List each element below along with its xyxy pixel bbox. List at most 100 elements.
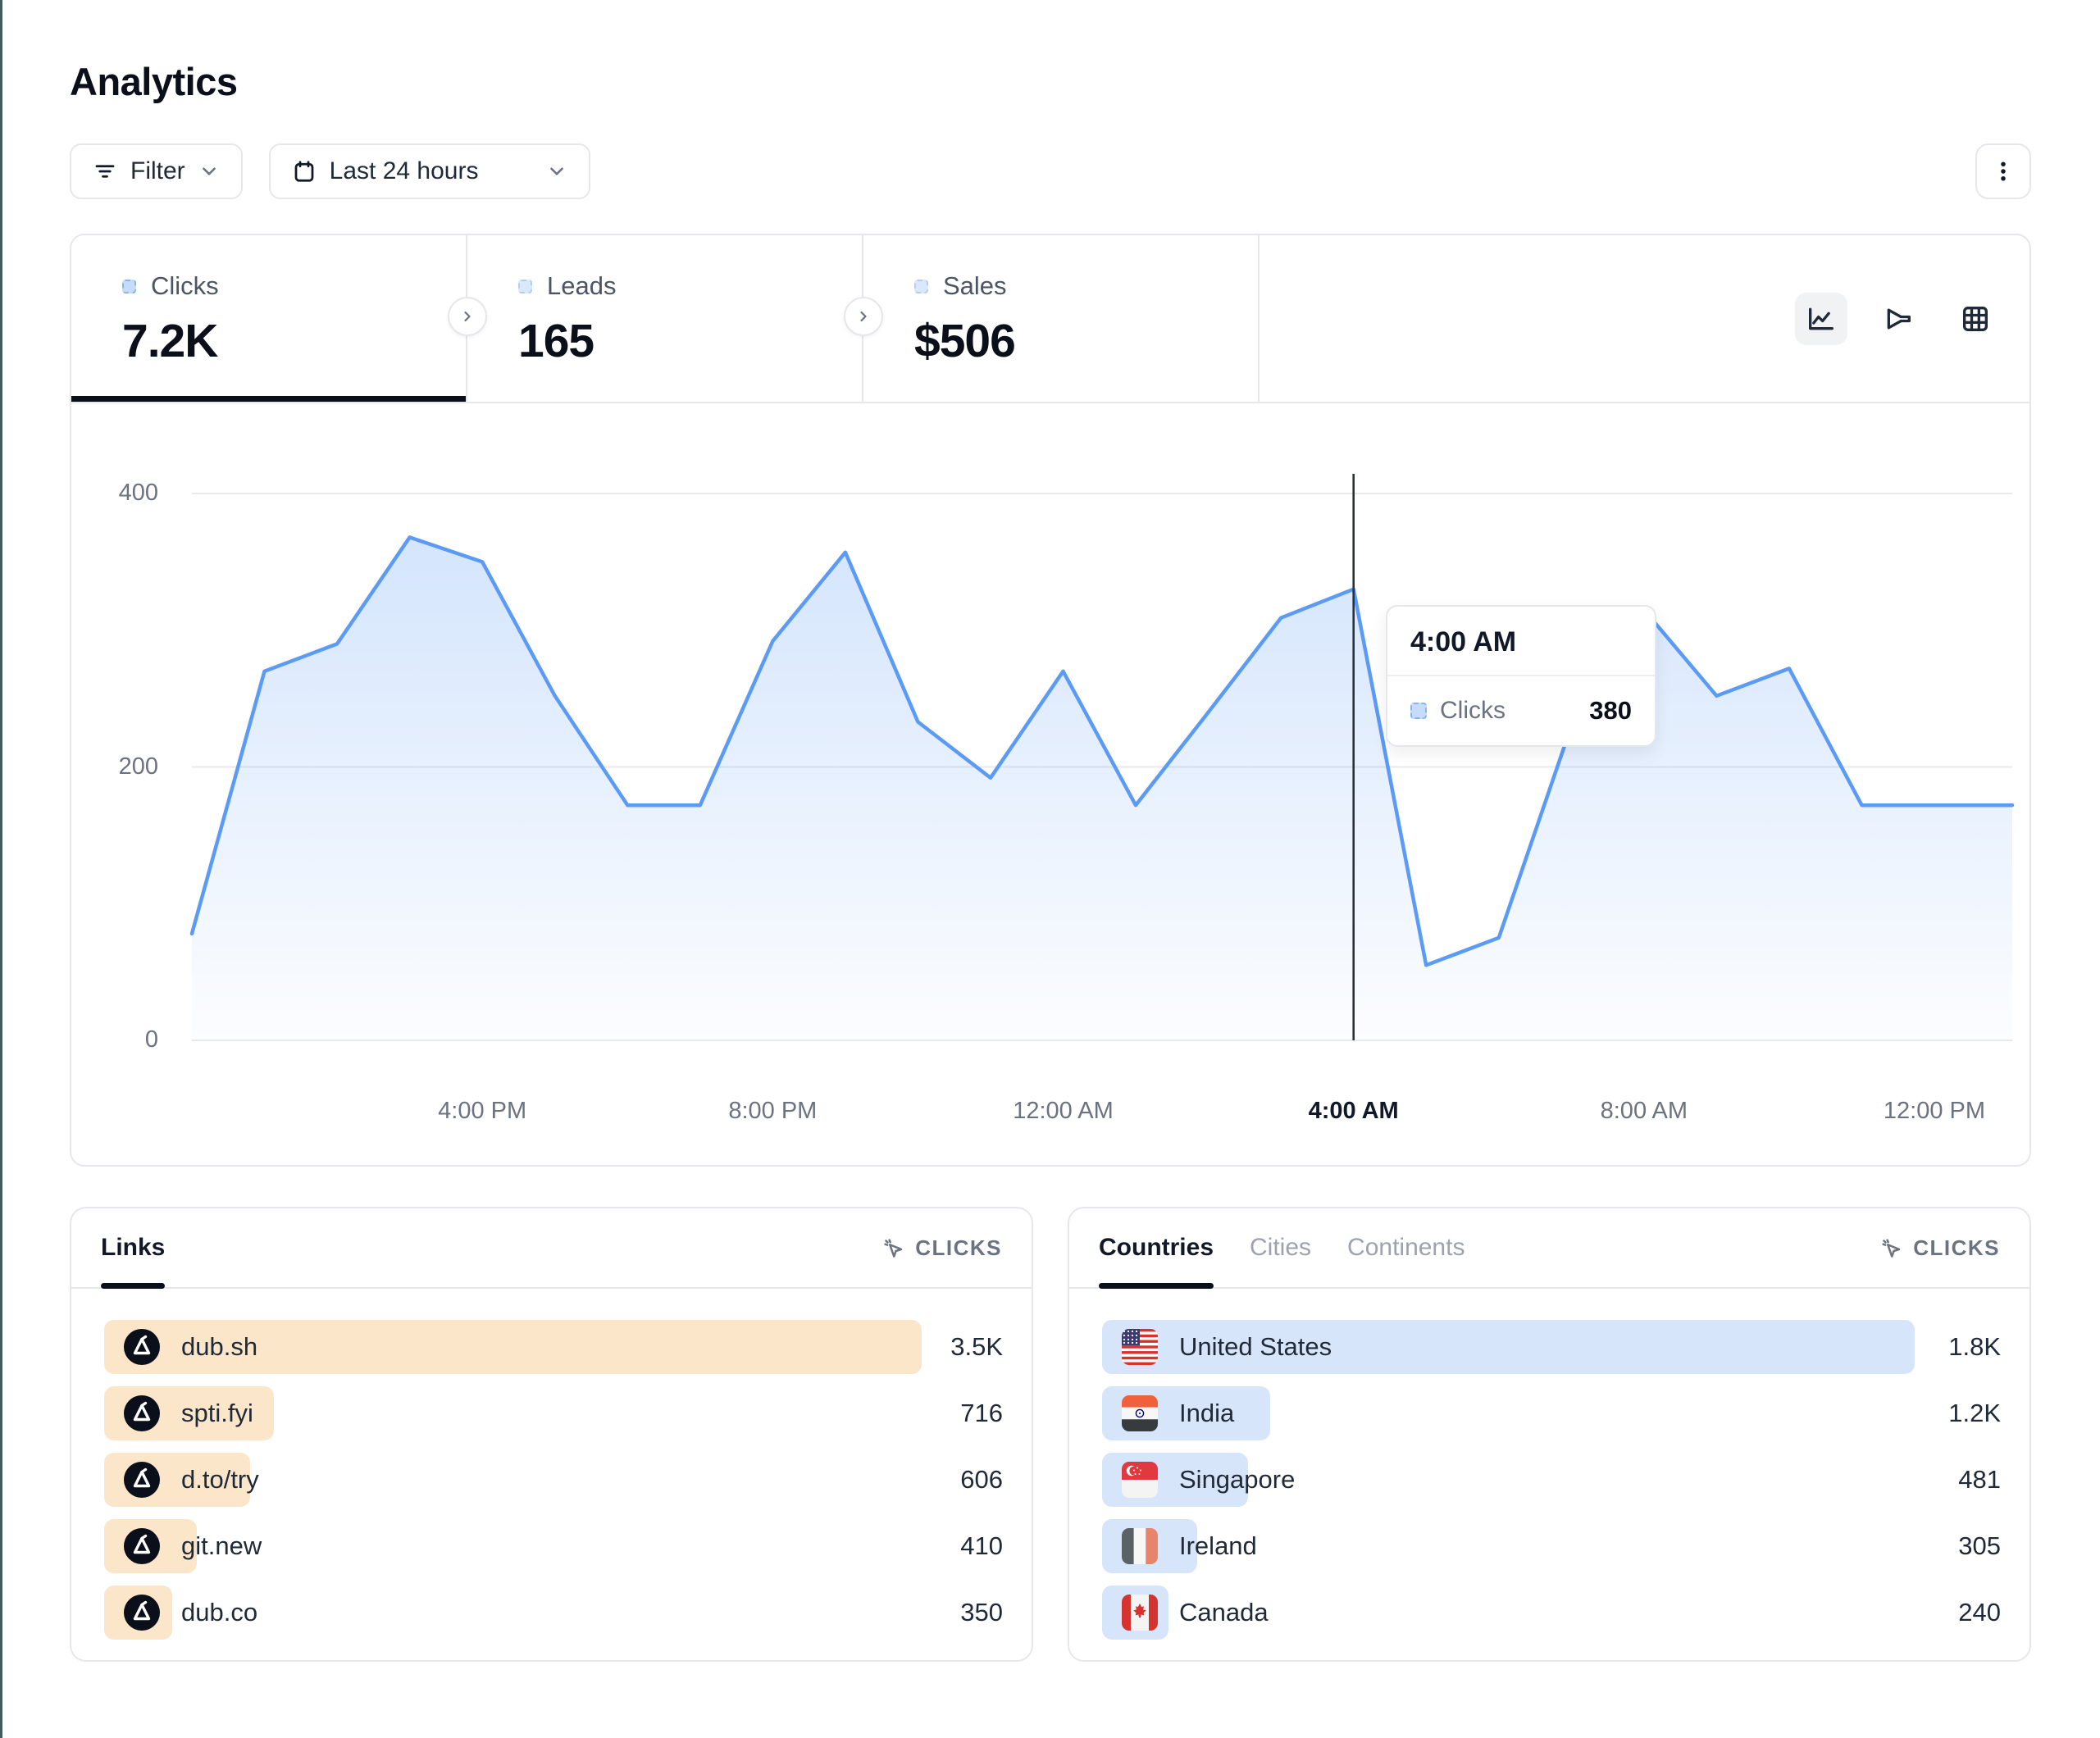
analytics-page: Analytics Filter Last 24 hours (70, 0, 2031, 1662)
countries-list: United States 1.8K India 1.2K Singapore … (1069, 1289, 2029, 1640)
clicks-area-chart[interactable] (192, 436, 2012, 1040)
x-axis-tick: 8:00 PM (707, 1098, 838, 1125)
tab-continents-label: Continents (1347, 1234, 1465, 1262)
ireland-flag-icon (1122, 1528, 1158, 1564)
tooltip-time: 4:00 AM (1387, 607, 1655, 676)
calendar-icon (292, 159, 317, 184)
x-axis-tick: 12:00 PM (1869, 1098, 2000, 1125)
table-view-button[interactable] (1949, 293, 2002, 345)
item-label: Canada (1179, 1598, 1269, 1627)
date-range-button[interactable]: Last 24 hours (269, 143, 590, 199)
us-flag-icon (1122, 1329, 1158, 1365)
tooltip-value: 380 (1589, 696, 1632, 726)
kebab-menu-icon (1991, 159, 2016, 184)
x-axis-tick: 4:00 PM (417, 1098, 548, 1125)
links-panel-header: Links CLICKS (71, 1208, 1032, 1289)
analytics-chart-card: Clicks 7.2K Leads 165 Sales $506 (70, 234, 2031, 1167)
stat-tabs: Clicks 7.2K Leads 165 Sales $506 (71, 235, 2029, 403)
links-panel: Links CLICKS dub (70, 1207, 1033, 1662)
link-row[interactable]: git.new 410 (104, 1519, 1003, 1573)
tab-cities[interactable]: Cities (1250, 1208, 1311, 1287)
x-axis-tick: 4:00 AM (1288, 1098, 1419, 1125)
stat-value: 7.2K (122, 314, 466, 368)
y-axis-tick: 0 (76, 1026, 158, 1053)
filter-icon (93, 159, 117, 184)
link-row[interactable]: dub.co 350 (104, 1586, 1003, 1640)
date-range-label: Last 24 hours (330, 157, 479, 185)
item-value: 240 (1958, 1598, 2001, 1627)
tab-links[interactable]: Links (101, 1208, 165, 1287)
tooltip-series-label: Clicks (1440, 697, 1506, 725)
filter-label: Filter (130, 157, 185, 185)
india-flag-icon (1122, 1395, 1158, 1431)
item-label: d.to/try (181, 1465, 259, 1495)
filter-button[interactable]: Filter (70, 143, 243, 199)
breakdown-panels: Links CLICKS dub (70, 1207, 2031, 1662)
funnel-view-button[interactable] (1872, 293, 1925, 345)
country-row[interactable]: Ireland 305 (1102, 1519, 2001, 1573)
toolbar: Filter Last 24 hours (70, 143, 2031, 199)
tab-clicks[interactable]: Clicks 7.2K (71, 235, 467, 402)
page-edge-accent (0, 0, 2, 1738)
stat-label: Sales (943, 271, 1007, 301)
country-row[interactable]: India 1.2K (1102, 1386, 2001, 1440)
singapore-flag-icon (1122, 1462, 1158, 1498)
country-row[interactable]: Singapore 481 (1102, 1453, 2001, 1507)
leads-legend-icon (518, 280, 532, 293)
sales-legend-icon (914, 280, 928, 293)
stat-value: $506 (914, 314, 1258, 368)
grid-table-icon (1959, 303, 1992, 335)
line-chart-view-button[interactable] (1795, 293, 1847, 345)
item-label: dub.co (181, 1598, 257, 1627)
canada-flag-icon (1122, 1595, 1158, 1631)
country-row[interactable]: Canada 240 (1102, 1586, 2001, 1640)
link-row[interactable]: spti.fyi 716 (104, 1386, 1003, 1440)
item-value: 410 (960, 1531, 1003, 1561)
tab-cities-label: Cities (1250, 1234, 1311, 1262)
clicks-legend-icon (1410, 703, 1427, 719)
tab-countries[interactable]: Countries (1099, 1208, 1214, 1287)
item-value: 3.5K (950, 1332, 1003, 1362)
y-axis-tick: 200 (76, 753, 158, 780)
dub-logo-icon (124, 1395, 160, 1431)
countries-metric-label: CLICKS (1913, 1235, 2000, 1261)
item-value: 1.2K (1948, 1399, 2001, 1428)
dub-logo-icon (124, 1528, 160, 1564)
item-value: 716 (960, 1399, 1003, 1428)
tab-leads[interactable]: Leads 165 (467, 235, 863, 402)
expand-leads-button[interactable] (844, 297, 883, 336)
dub-logo-icon (124, 1595, 160, 1631)
item-label: Ireland (1179, 1531, 1257, 1561)
cursor-click-icon (881, 1235, 905, 1260)
stat-label: Clicks (151, 271, 219, 301)
y-axis-tick: 400 (76, 480, 158, 507)
tab-sales[interactable]: Sales $506 (863, 235, 1260, 402)
x-axis-tick: 8:00 AM (1578, 1098, 1710, 1125)
tab-continents[interactable]: Continents (1347, 1208, 1465, 1287)
link-row[interactable]: d.to/try 606 (104, 1453, 1003, 1507)
expand-clicks-button[interactable] (448, 297, 487, 336)
stat-value: 165 (518, 314, 862, 368)
clicks-legend-icon (122, 280, 136, 293)
country-row[interactable]: United States 1.8K (1102, 1320, 2001, 1374)
item-value: 305 (1958, 1531, 2001, 1561)
chart-tooltip: 4:00 AM Clicks 380 (1386, 605, 1656, 747)
funnel-chart-icon (1882, 303, 1915, 335)
item-label: United States (1179, 1332, 1332, 1362)
links-metric-toggle[interactable]: CLICKS (881, 1235, 1002, 1261)
line-chart-icon (1805, 303, 1838, 335)
tab-countries-label: Countries (1099, 1234, 1214, 1262)
dub-logo-icon (124, 1329, 160, 1365)
tab-links-label: Links (101, 1234, 165, 1262)
links-metric-label: CLICKS (915, 1235, 1002, 1261)
chart-type-switcher (1795, 293, 2002, 345)
more-options-button[interactable] (1975, 143, 2031, 199)
countries-metric-toggle[interactable]: CLICKS (1879, 1235, 2000, 1261)
link-row[interactable]: dub.sh 3.5K (104, 1320, 1003, 1374)
stat-label: Leads (547, 271, 616, 301)
countries-panel-header: Countries Cities Continents (1069, 1208, 2029, 1289)
dub-logo-icon (124, 1462, 160, 1498)
chart-body: 0200400 4:00 PM8:00 PM12:00 AM4:00 AM8:0… (71, 403, 2029, 1165)
item-value: 1.8K (1948, 1332, 2001, 1362)
chevron-down-icon (546, 161, 567, 182)
